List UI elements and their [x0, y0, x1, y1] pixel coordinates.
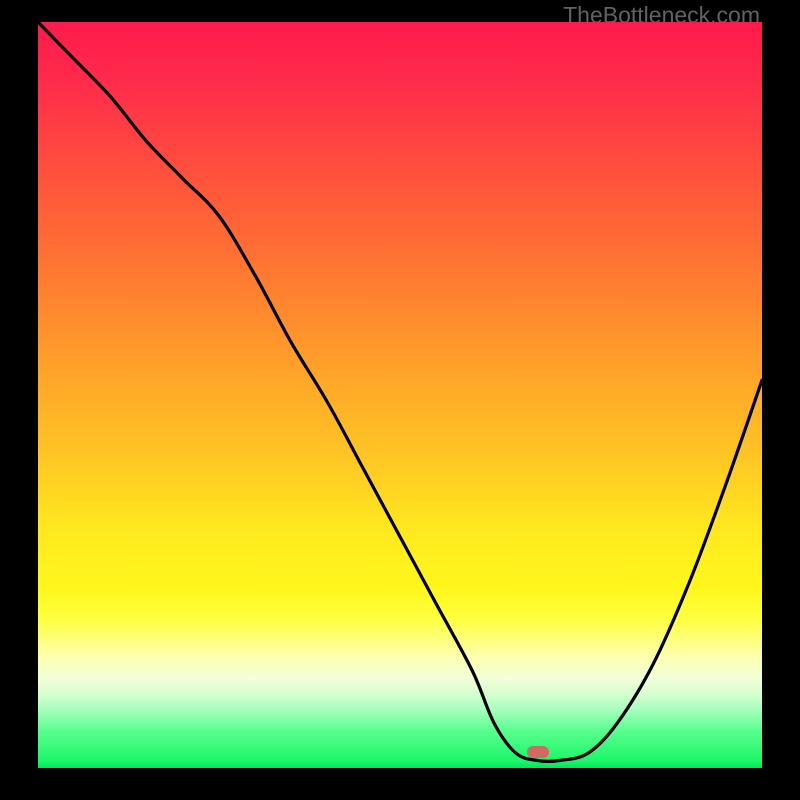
optimal-marker	[527, 746, 549, 758]
chart-frame: TheBottleneck.com	[0, 0, 800, 800]
plot-area	[38, 22, 762, 768]
bottleneck-curve	[38, 22, 762, 768]
